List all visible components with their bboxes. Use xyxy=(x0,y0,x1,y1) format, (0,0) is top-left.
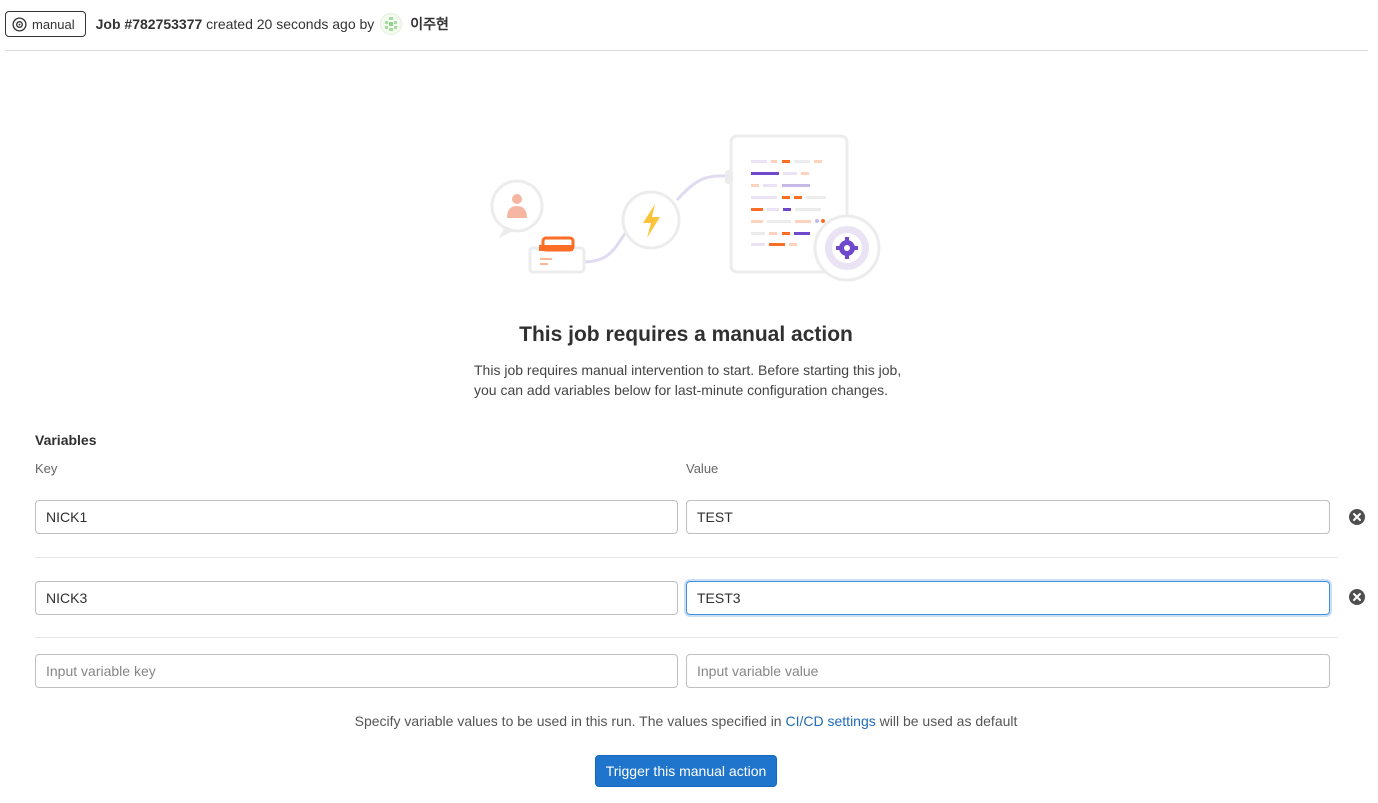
variables-heading: Variables xyxy=(35,432,97,448)
job-title: Job #782753377 created 20 seconds ago by… xyxy=(96,13,449,35)
variable-key-input[interactable] xyxy=(35,500,678,534)
variables-section: Variables Key Value xyxy=(35,432,1370,476)
variables-helper-text: Specify variable values to be used in th… xyxy=(0,713,1372,729)
remove-variable-button[interactable] xyxy=(1348,508,1366,526)
job-id: Job #782753377 xyxy=(95,16,203,32)
created-text: created 20 seconds ago by xyxy=(206,16,375,32)
description-line-2: you can add variables below for last-min… xyxy=(474,382,889,398)
empty-state-title: This job requires a manual action xyxy=(519,323,853,346)
manual-action-illustration xyxy=(490,134,881,282)
status-label: manual xyxy=(32,16,75,32)
trigger-manual-action-button[interactable]: Trigger this manual action xyxy=(595,755,777,787)
helper-text-after: will be used as default xyxy=(875,713,1018,729)
gear-icon xyxy=(12,16,27,32)
variable-key-input[interactable] xyxy=(35,581,678,615)
clear-icon xyxy=(1349,589,1365,605)
ci-cd-settings-link[interactable]: CI/CD settings xyxy=(786,713,876,729)
job-header: manual Job #782753377 created 20 seconds… xyxy=(5,0,1368,51)
value-column-label: Value xyxy=(686,461,719,476)
username-link[interactable]: 이주현 xyxy=(410,14,449,34)
new-variable-key-input[interactable] xyxy=(35,654,678,688)
avatar[interactable] xyxy=(380,13,403,35)
empty-state-description: This job requires manual intervention to… xyxy=(474,360,914,400)
helper-text-before: Specify variable values to be used in th… xyxy=(354,713,786,729)
variable-value-input[interactable] xyxy=(686,581,1330,615)
row-divider xyxy=(35,557,1338,558)
status-badge[interactable]: manual xyxy=(5,11,86,37)
key-column-label: Key xyxy=(35,461,58,476)
clear-icon xyxy=(1349,509,1365,525)
remove-variable-button[interactable] xyxy=(1348,588,1366,606)
row-divider xyxy=(35,637,1338,638)
new-variable-value-input[interactable] xyxy=(686,654,1330,688)
variable-value-input[interactable] xyxy=(686,500,1330,534)
description-line-1: This job requires manual intervention to… xyxy=(474,362,902,378)
